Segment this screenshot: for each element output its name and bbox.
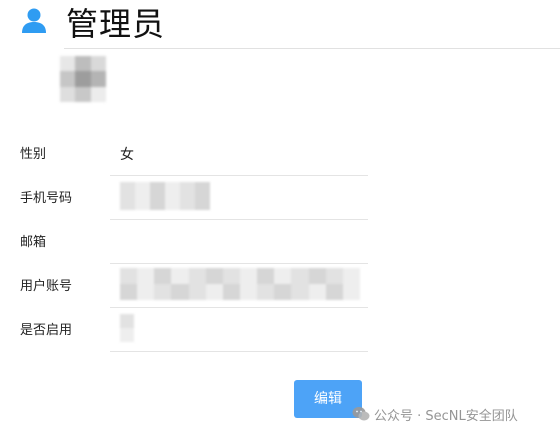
field-label-email: 邮箱 [20,235,47,250]
field-label-gender: 性别 [20,147,47,162]
field-row-email: 邮箱 [0,220,370,264]
page-title: 管理员 [66,5,166,43]
watermark: 公众号 · SecNL安全团队 [352,404,518,424]
redacted-enabled [120,314,134,342]
redacted-phone [120,182,210,210]
admin-profile-page: 管理员 性别 女 手机号码 邮箱 用户账号 是否启用 编辑 公众号 · SecN… [0,0,560,436]
wechat-icon [352,407,370,421]
page-header: 管理员 [0,0,560,50]
field-value-gender: 女 [120,147,134,163]
field-label-account: 用户账号 [20,279,73,294]
field-row-gender: 性别 女 [0,132,370,176]
user-icon [22,8,46,33]
redacted-account [120,268,360,300]
watermark-text: 公众号 · SecNL安全团队 [374,408,518,424]
avatar [60,56,106,102]
field-label-enabled: 是否启用 [20,323,73,338]
header-divider [64,48,560,49]
field-label-phone: 手机号码 [20,191,73,206]
field-row-enabled: 是否启用 [0,308,370,352]
field-divider [110,351,368,352]
